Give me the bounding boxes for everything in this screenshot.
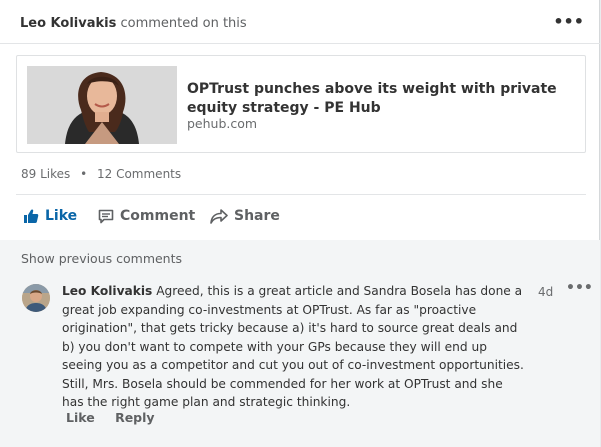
comments-count[interactable]: 12 Comments bbox=[97, 167, 181, 181]
comment-author[interactable]: Leo Kolivakis bbox=[62, 284, 152, 298]
comments-section: Show previous comments Leo Kolivakis Agr… bbox=[0, 240, 600, 447]
comment-actions: Like Reply bbox=[66, 410, 155, 425]
article-thumbnail bbox=[27, 66, 177, 144]
likes-count[interactable]: 89 Likes bbox=[21, 167, 70, 181]
comment-button[interactable]: Comment bbox=[98, 208, 195, 224]
divider bbox=[16, 194, 586, 195]
thumbs-up-icon bbox=[24, 209, 39, 223]
more-options-icon[interactable]: ••• bbox=[553, 12, 584, 31]
feed-update-card: Leo Kolivakis commented on this ••• OPTr… bbox=[0, 0, 600, 447]
comment-reply-button[interactable]: Reply bbox=[115, 410, 154, 425]
share-arrow-icon bbox=[210, 208, 228, 224]
action-text: commented on this bbox=[120, 16, 247, 31]
like-label: Like bbox=[45, 208, 78, 224]
share-button[interactable]: Share bbox=[210, 208, 280, 224]
comment-bubble-icon bbox=[98, 209, 114, 223]
update-header: Leo Kolivakis commented on this ••• bbox=[0, 0, 600, 44]
update-header-text: Leo Kolivakis commented on this bbox=[20, 16, 247, 31]
comment-more-options-icon[interactable]: ••• bbox=[566, 280, 593, 296]
show-previous-comments-link[interactable]: Show previous comments bbox=[21, 251, 182, 266]
article-title[interactable]: OPTrust punches above its weight with pr… bbox=[187, 80, 577, 118]
comment-timestamp: 4d bbox=[538, 285, 554, 299]
avatar[interactable] bbox=[22, 284, 50, 312]
comment-text: Leo Kolivakis Agreed, this is a great ar… bbox=[62, 282, 524, 412]
commenter-avatar-icon bbox=[22, 284, 50, 312]
comment-label: Comment bbox=[120, 208, 196, 224]
person-photo-icon bbox=[27, 66, 177, 144]
social-actions-bar: Like Comment Share bbox=[0, 200, 600, 238]
social-counts: 89 Likes • 12 Comments bbox=[21, 167, 181, 181]
share-label: Share bbox=[234, 208, 280, 224]
count-separator: • bbox=[80, 167, 88, 181]
comment-content: Agreed, this is a great article and Sand… bbox=[62, 284, 524, 409]
article-source: pehub.com bbox=[187, 116, 258, 131]
like-button[interactable]: Like bbox=[23, 208, 77, 224]
comment-like-button[interactable]: Like bbox=[66, 410, 95, 425]
shared-article-card[interactable]: OPTrust punches above its weight with pr… bbox=[16, 55, 586, 153]
actor-name[interactable]: Leo Kolivakis bbox=[20, 16, 116, 31]
